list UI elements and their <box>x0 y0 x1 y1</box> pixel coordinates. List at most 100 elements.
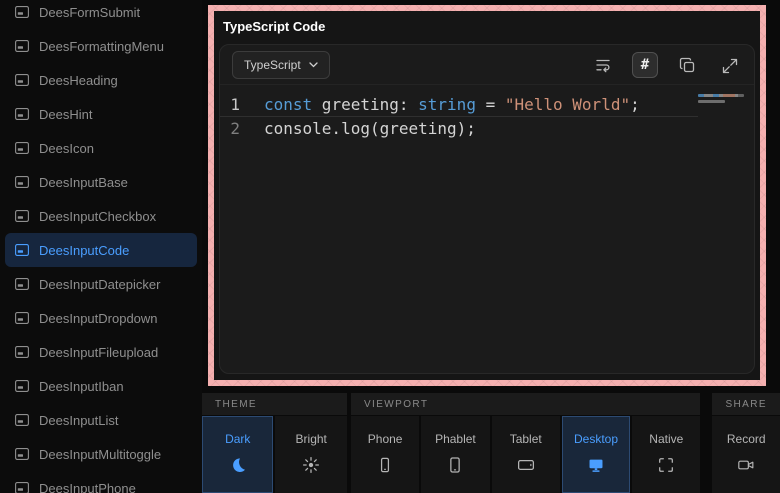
section-header-theme: THEME <box>202 393 347 415</box>
phone-icon <box>376 455 394 475</box>
sidebar-item-deeshint[interactable]: DeesHint <box>5 97 197 131</box>
phablet-button[interactable]: Phablet <box>421 416 489 493</box>
section-share: SHARERecord <box>712 393 780 493</box>
button-label: Record <box>727 432 766 446</box>
sidebar-item-label: DeesInputCode <box>39 243 129 258</box>
component-icon <box>15 278 29 290</box>
sidebar-item-label: DeesInputBase <box>39 175 128 190</box>
sidebar-item-label: DeesInputList <box>39 413 119 428</box>
chevron-down-icon <box>309 62 318 68</box>
code-token: ; <box>630 95 640 114</box>
line-number: 1 <box>220 93 264 116</box>
sidebar-item-deesinputbase[interactable]: DeesInputBase <box>5 165 197 199</box>
code-token: console.log(greeting); <box>264 119 476 138</box>
component-icon <box>15 210 29 222</box>
code-token: string <box>409 95 476 114</box>
language-selector[interactable]: TypeScript <box>232 51 330 79</box>
language-selector-label: TypeScript <box>244 58 301 72</box>
code-token: : <box>399 95 409 114</box>
demo-viewport: TypeScript Code TypeScript # <box>214 11 760 380</box>
sidebar-item-label: DeesHeading <box>39 73 118 88</box>
code-line[interactable]: 2console.log(greeting); <box>220 117 754 140</box>
phablet-icon <box>446 455 464 475</box>
component-icon <box>15 176 29 188</box>
button-label: Tablet <box>510 432 542 446</box>
tablet-icon <box>517 455 535 475</box>
code-line[interactable]: 1const greeting: string = "Hello World"; <box>220 93 698 117</box>
sidebar-item-label: DeesInputCheckbox <box>39 209 156 224</box>
code-editor: TypeScript # 1const greeting: <box>219 44 755 374</box>
native-button[interactable]: Native <box>632 416 700 493</box>
component-icon <box>15 6 29 18</box>
line-content: const greeting: string = "Hello World"; <box>264 93 640 116</box>
sidebar-item-label: DeesInputDropdown <box>39 311 158 326</box>
button-label: Phone <box>368 432 403 446</box>
phone-button[interactable]: Phone <box>351 416 419 493</box>
demo-frame: TypeScript Code TypeScript # <box>208 5 766 386</box>
button-label: Native <box>649 432 683 446</box>
line-numbers-toggle[interactable]: # <box>632 52 658 78</box>
sidebar-item-label: DeesHint <box>39 107 92 122</box>
code-lines: 1const greeting: string = "Hello World";… <box>220 93 754 140</box>
demo-title: TypeScript Code <box>214 11 760 44</box>
sidebar-item-deesheading[interactable]: DeesHeading <box>5 63 197 97</box>
sidebar-item-label: DeesInputMultitoggle <box>39 447 161 462</box>
section-theme: THEME Dark Bright <box>202 393 347 493</box>
bright-button[interactable]: Bright <box>275 416 346 493</box>
button-label: Dark <box>225 432 250 446</box>
sidebar-item-deesinputmultitoggle[interactable]: DeesInputMultitoggle <box>5 437 197 471</box>
sun-icon <box>302 455 320 475</box>
record-button[interactable]: Record <box>712 416 780 493</box>
sidebar-item-label: DeesInputIban <box>39 379 124 394</box>
fullscreen-expand-icon[interactable] <box>716 52 742 78</box>
sidebar-item-deesinputcode[interactable]: DeesInputCode <box>5 233 197 267</box>
sidebar-item-deesinputdropdown[interactable]: DeesInputDropdown <box>5 301 197 335</box>
component-icon <box>15 74 29 86</box>
sidebar-item-deesinputdatepicker[interactable]: DeesInputDatepicker <box>5 267 197 301</box>
component-icon <box>15 142 29 154</box>
section-header-viewport: VIEWPORT <box>351 393 701 415</box>
code-token: = <box>476 95 505 114</box>
component-icon <box>15 414 29 426</box>
sidebar-item-deesinputphone[interactable]: DeesInputPhone <box>5 471 197 493</box>
line-number: 2 <box>220 117 264 140</box>
code-token: const <box>264 95 312 114</box>
sidebar-item-deesinputcheckbox[interactable]: DeesInputCheckbox <box>5 199 197 233</box>
word-wrap-icon[interactable] <box>590 52 616 78</box>
sidebar-item-label: DeesIcon <box>39 141 94 156</box>
component-icon <box>15 40 29 52</box>
desktop-icon <box>587 455 605 475</box>
component-icon <box>15 346 29 358</box>
component-icon <box>15 244 29 256</box>
tablet-button[interactable]: Tablet <box>492 416 560 493</box>
record-icon <box>737 455 755 475</box>
sidebar-item-label: DeesFormattingMenu <box>39 39 164 54</box>
copy-icon[interactable] <box>674 52 700 78</box>
minimap[interactable] <box>698 94 744 106</box>
code-token: greeting <box>312 95 399 114</box>
sidebar-item-label: DeesInputDatepicker <box>39 277 160 292</box>
line-content: console.log(greeting); <box>264 117 476 140</box>
sidebar-item-deesinputfileupload[interactable]: DeesInputFileupload <box>5 335 197 369</box>
section-viewport: VIEWPORT Phone Phablet Tablet Desktop Native <box>351 393 701 493</box>
dark-button[interactable]: Dark <box>202 416 273 493</box>
sidebar-item-label: DeesFormSubmit <box>39 5 140 20</box>
component-icon <box>15 380 29 392</box>
sidebar-item-deesinputlist[interactable]: DeesInputList <box>5 403 197 437</box>
component-icon <box>15 108 29 120</box>
button-label: Desktop <box>574 432 618 446</box>
component-icon <box>15 312 29 324</box>
sidebar-item-label: DeesInputPhone <box>39 481 136 493</box>
sidebar-item-deesformattingmenu[interactable]: DeesFormattingMenu <box>5 29 197 63</box>
bottom-bar: THEME Dark BrightVIEWPORT Phone Phablet Table… <box>202 393 780 493</box>
minimap-line <box>698 94 744 97</box>
desktop-button[interactable]: Desktop <box>562 416 630 493</box>
component-icon <box>15 448 29 460</box>
sidebar-item-deesformsubmit[interactable]: DeesFormSubmit <box>5 0 197 29</box>
component-sidebar[interactable]: DeesFormSubmit DeesFormattingMenu DeesHead… <box>0 0 202 493</box>
moon-icon <box>229 455 247 475</box>
sidebar-item-deesinputiban[interactable]: DeesInputIban <box>5 369 197 403</box>
code-area[interactable]: 1const greeting: string = "Hello World";… <box>220 85 754 373</box>
sidebar-item-deesicon[interactable]: DeesIcon <box>5 131 197 165</box>
code-token: "Hello World" <box>505 95 630 114</box>
